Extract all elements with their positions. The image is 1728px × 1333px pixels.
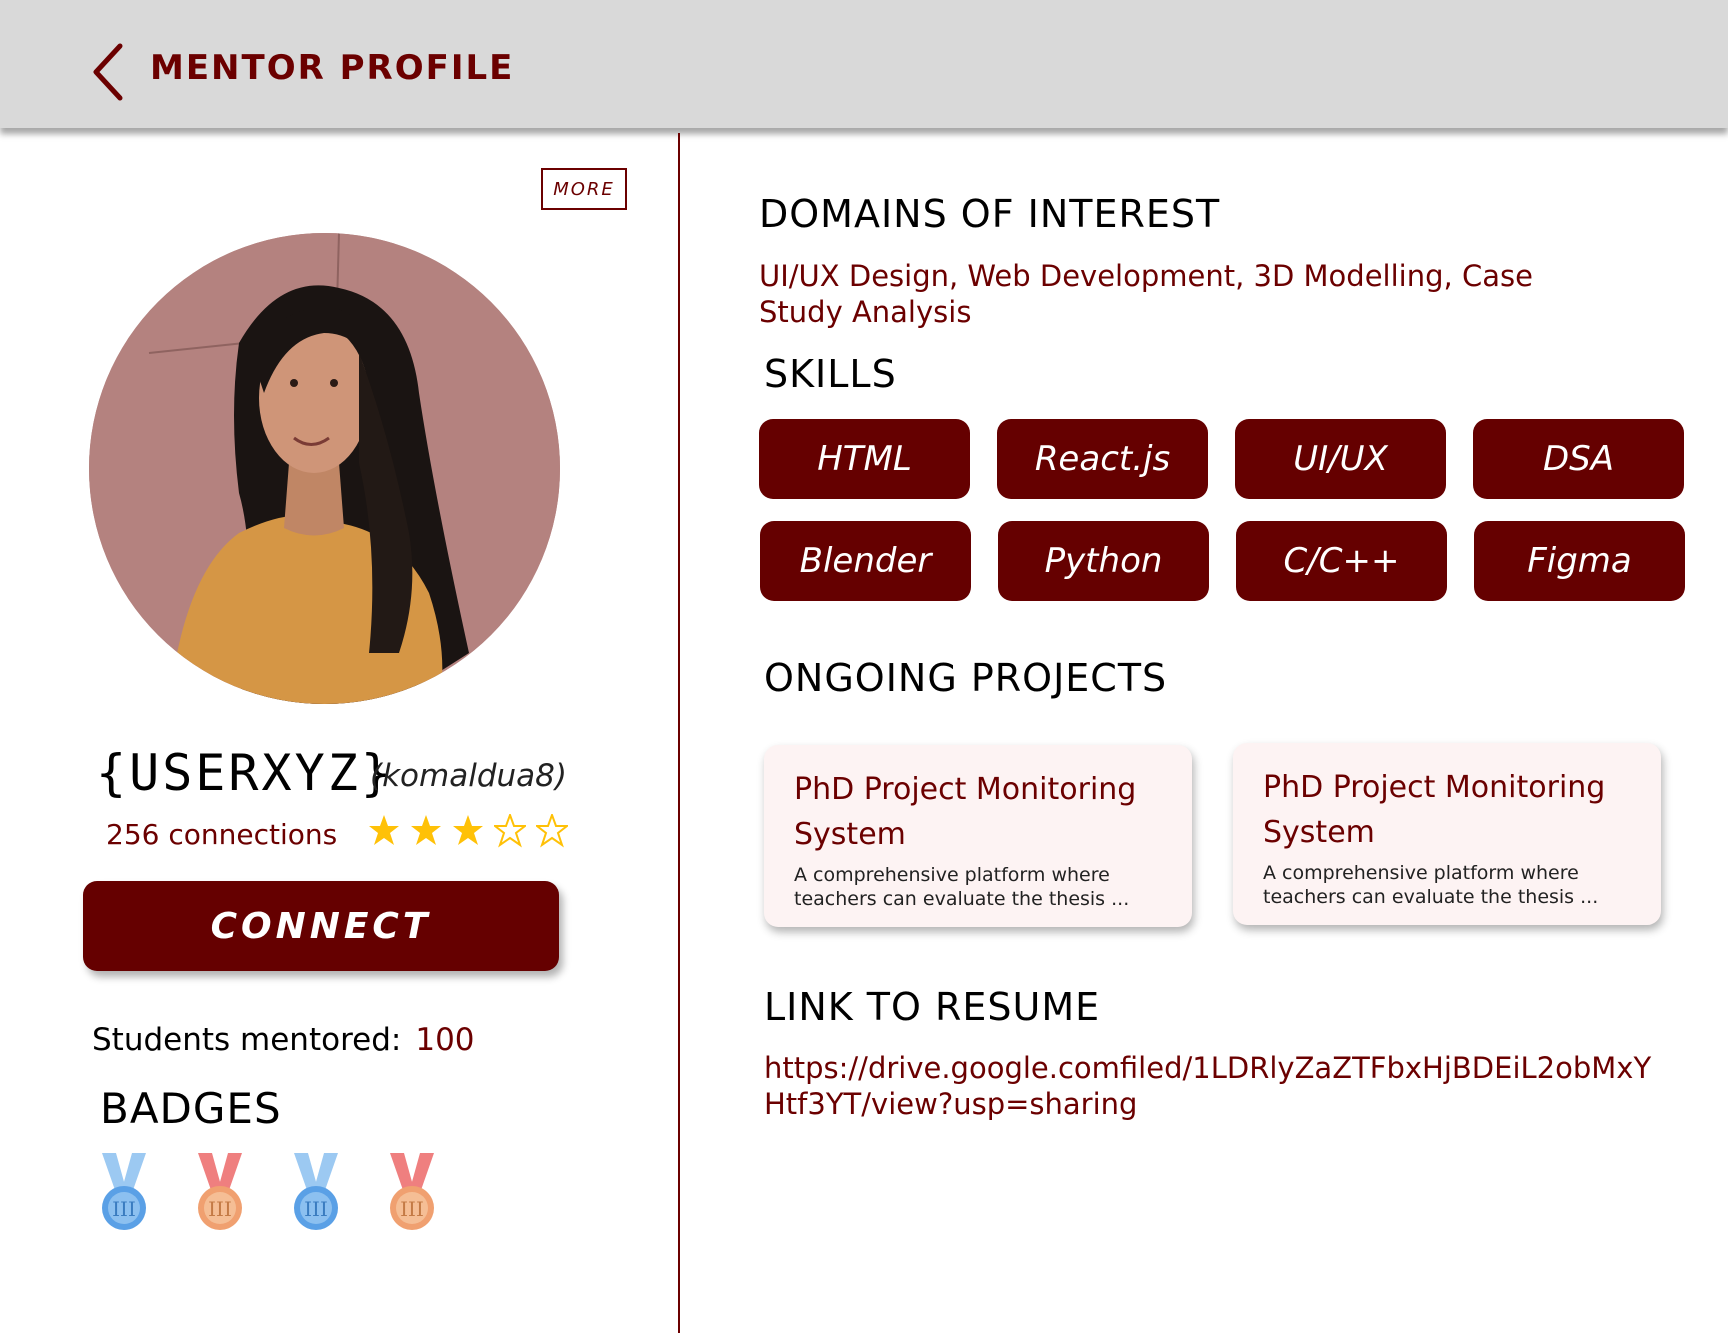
username: {USERXYZ} xyxy=(96,744,394,802)
project-title: PhD Project Monitoring System xyxy=(1263,770,1606,850)
avatar xyxy=(89,233,560,704)
project-card[interactable]: PhD Project Monitoring System A comprehe… xyxy=(1233,743,1661,925)
user-handle: (komaldua8) xyxy=(370,758,567,794)
column-divider xyxy=(678,133,680,1333)
star-outline-icon xyxy=(494,814,526,848)
students-mentored: Students mentored: 100 xyxy=(92,1022,475,1058)
skill-chip[interactable]: Python xyxy=(998,521,1209,601)
svg-text:III: III xyxy=(112,1197,136,1221)
domains-title: DOMAINS OF INTEREST xyxy=(759,192,1221,236)
medal-blue-icon[interactable]: III xyxy=(98,1153,150,1233)
badges-title: BADGES xyxy=(100,1084,282,1133)
medal-bronze-icon[interactable]: III xyxy=(194,1153,246,1233)
skill-chip[interactable]: UI/UX xyxy=(1235,419,1446,499)
skills-title: SKILLS xyxy=(764,352,897,396)
svg-text:III: III xyxy=(208,1197,232,1221)
back-button[interactable] xyxy=(88,42,128,102)
rating-stars xyxy=(368,814,568,848)
connections-count[interactable]: 256 connections xyxy=(106,818,337,851)
connect-button[interactable]: CONNECT xyxy=(83,881,559,971)
star-filled-icon xyxy=(411,815,441,845)
svg-text:III: III xyxy=(304,1197,328,1221)
skill-chip[interactable]: DSA xyxy=(1473,419,1684,499)
project-description: A comprehensive platform where teachers … xyxy=(1263,862,1599,908)
resume-title: LINK TO RESUME xyxy=(764,985,1101,1029)
page-title: MENTOR PROFILE xyxy=(150,48,515,88)
top-bar: MENTOR PROFILE xyxy=(0,0,1728,128)
star-outline-icon xyxy=(536,814,568,848)
project-title: PhD Project Monitoring System xyxy=(794,772,1137,852)
domains-text: UI/UX Design, Web Development, 3D Modell… xyxy=(759,259,1533,329)
skill-chip[interactable]: Blender xyxy=(760,521,971,601)
project-card[interactable]: PhD Project Monitoring System A comprehe… xyxy=(764,745,1192,927)
chevron-left-icon xyxy=(93,43,123,101)
more-button[interactable]: MORE xyxy=(541,168,627,210)
svg-text:III: III xyxy=(400,1197,424,1221)
star-filled-icon xyxy=(453,815,483,845)
skill-chip[interactable]: HTML xyxy=(759,419,970,499)
star-filled-icon xyxy=(369,815,399,845)
projects-title: ONGOING PROJECTS xyxy=(764,656,1168,700)
resume-link[interactable]: https://drive.google.comfiled/1LDRlyZaZT… xyxy=(764,1050,1664,1122)
medal-bronze-icon[interactable]: III xyxy=(386,1153,438,1233)
project-description: A comprehensive platform where teachers … xyxy=(794,864,1130,910)
medal-blue-icon[interactable]: III xyxy=(290,1153,342,1233)
skill-chip[interactable]: React.js xyxy=(997,419,1208,499)
skill-chip[interactable]: Figma xyxy=(1474,521,1685,601)
students-mentored-value: 100 xyxy=(415,1022,475,1058)
students-mentored-label: Students mentored: xyxy=(92,1022,402,1058)
profile-photo xyxy=(89,233,560,704)
skill-chip[interactable]: C/C++ xyxy=(1236,521,1447,601)
